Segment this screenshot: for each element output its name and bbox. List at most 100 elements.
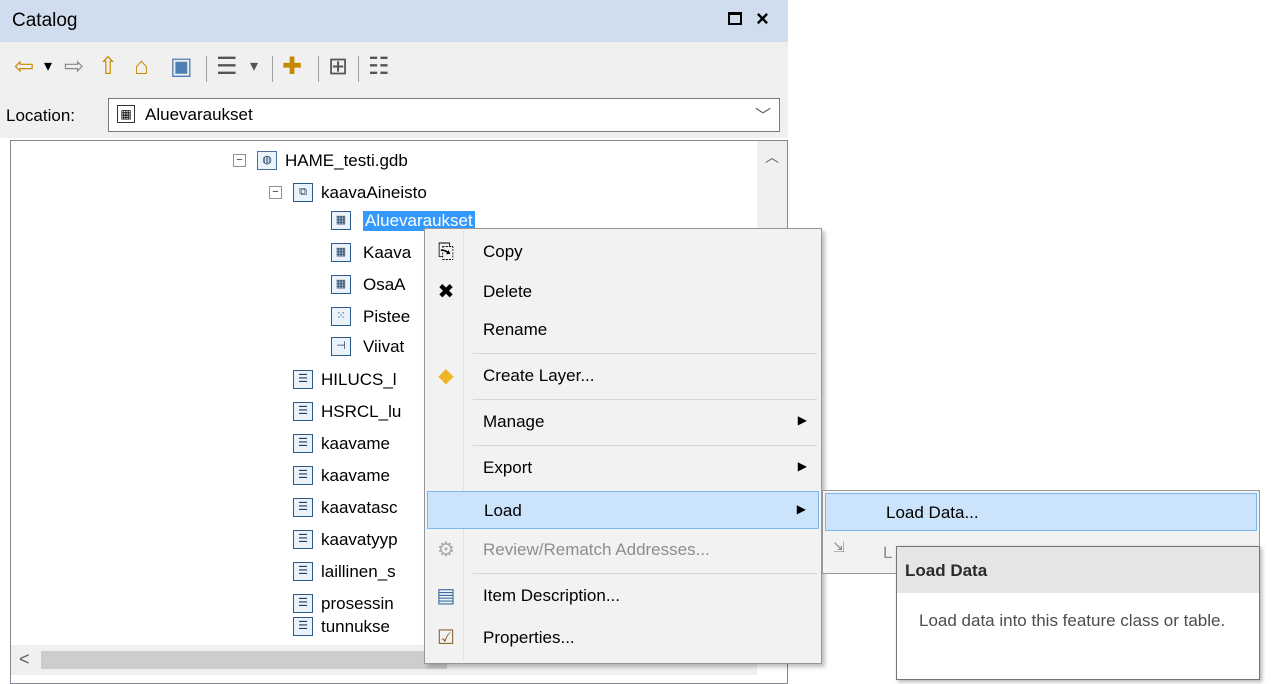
- up-one-level-icon[interactable]: ⇧: [98, 52, 118, 82]
- toolbar: ⇦ ▾ ⇨ ⇧ ⌂ ▣ ☰ ▾ ✚ ⊞ ☷: [0, 42, 788, 94]
- location-combobox[interactable]: ▦ Aluevaraukset ﹀: [108, 98, 780, 132]
- close-icon[interactable]: ×: [756, 6, 769, 32]
- new-item-icon[interactable]: ✚: [282, 52, 302, 82]
- tree-item-label[interactable]: HSRCL_lu: [321, 402, 401, 422]
- tree-item-label[interactable]: Kaava: [363, 243, 411, 263]
- submenu-arrow-icon: ▶: [797, 459, 807, 473]
- tree-item-label[interactable]: laillinen_s: [321, 562, 396, 582]
- menu-item-label: Delete: [483, 282, 533, 301]
- menu-item-load[interactable]: Load ▶: [427, 491, 819, 529]
- submenu-item-label[interactable]: L: [883, 543, 892, 563]
- location-value: Aluevaraukset: [145, 105, 253, 124]
- table-icon: ☰: [293, 498, 313, 517]
- tree-view-icon[interactable]: ⊞: [328, 52, 348, 82]
- tooltip-header: Load Data: [897, 547, 1259, 593]
- review-rematch-icon: ⚙: [437, 539, 455, 561]
- table-icon: ☰: [293, 617, 313, 636]
- submenu-arrow-icon: ▶: [797, 413, 807, 427]
- home-icon[interactable]: ⌂: [134, 52, 149, 82]
- maximize-icon[interactable]: [728, 12, 742, 25]
- menu-item-copy[interactable]: ⎘ Copy: [427, 233, 819, 271]
- back-dropdown-icon[interactable]: ▾: [44, 52, 52, 82]
- tree-item-label[interactable]: Pistee: [363, 307, 410, 327]
- menu-item-delete[interactable]: ✖ Delete: [427, 273, 819, 311]
- polygon-feature-class-icon: ▦: [331, 275, 351, 294]
- submenu-arrow-icon: ▶: [796, 502, 806, 516]
- geodatabase-icon: ◍: [257, 151, 277, 170]
- context-menu: ⎘ Copy ✖ Delete Rename ◆ Create Layer...…: [424, 228, 822, 664]
- tree-item-label[interactable]: kaavatasc: [321, 498, 398, 518]
- title-bar[interactable]: Catalog ×: [0, 0, 788, 42]
- tooltip-title: Load Data: [905, 561, 988, 580]
- tooltip: Load Data Load data into this feature cl…: [896, 546, 1260, 680]
- menu-item-export[interactable]: Export ▶: [427, 449, 819, 487]
- chevron-down-icon[interactable]: ﹀: [755, 102, 771, 126]
- menu-item-item-description[interactable]: ▤ Item Description...: [427, 577, 819, 615]
- collapse-icon[interactable]: −: [233, 154, 246, 167]
- menu-item-properties[interactable]: ☑ Properties...: [427, 619, 819, 657]
- table-icon: ☰: [293, 562, 313, 581]
- polygon-feature-class-icon: ▦: [331, 211, 351, 230]
- menu-item-manage[interactable]: Manage ▶: [427, 403, 819, 441]
- collapse-icon[interactable]: −: [269, 186, 282, 199]
- toolbar-separator: [272, 56, 273, 82]
- submenu-item-label: Load Data...: [886, 503, 979, 522]
- create-layer-icon: ◆: [438, 365, 454, 387]
- submenu-item-load-data[interactable]: Load Data...: [825, 493, 1257, 531]
- location-label: Location:: [6, 106, 75, 125]
- options-icon[interactable]: ☷: [368, 52, 390, 82]
- menu-separator: [473, 445, 817, 446]
- polygon-feature-class-icon: ▦: [331, 243, 351, 262]
- window-title: Catalog: [12, 10, 78, 31]
- point-feature-class-icon: ⁙: [331, 307, 351, 326]
- menu-item-review-rematch[interactable]: ⚙ Review/Rematch Addresses...: [427, 531, 819, 569]
- tree-item-label[interactable]: tunnukse: [321, 617, 390, 637]
- item-description-icon: ▤: [436, 585, 456, 607]
- delete-icon: ✖: [437, 281, 455, 303]
- menu-item-label: Item Description...: [483, 586, 620, 605]
- menu-item-label: Create Layer...: [483, 366, 595, 385]
- view-dropdown-icon[interactable]: ▾: [250, 52, 258, 82]
- table-icon: ☰: [293, 434, 313, 453]
- scroll-up-icon[interactable]: ︿: [765, 147, 779, 167]
- tree-item-label[interactable]: HILUCS_l: [321, 370, 397, 390]
- toolbar-separator: [206, 56, 207, 82]
- tree-item-label[interactable]: prosessin: [321, 594, 394, 614]
- menu-item-label: Manage: [483, 412, 545, 431]
- tree-item-label[interactable]: Viivat: [363, 337, 404, 357]
- menu-item-label: Rename: [483, 320, 548, 339]
- back-icon[interactable]: ⇦: [14, 52, 34, 82]
- location-bar: Location: ▦ Aluevaraukset ﹀: [0, 94, 788, 138]
- forward-icon[interactable]: ⇨: [64, 52, 84, 82]
- menu-separator: [473, 353, 817, 354]
- menu-item-label: Export: [483, 458, 533, 477]
- view-list-icon[interactable]: ☰: [216, 52, 238, 82]
- menu-item-label: Review/Rematch Addresses...: [483, 540, 710, 559]
- tree-item-label[interactable]: kaavatyyp: [321, 530, 398, 550]
- polygon-feature-class-icon: ▦: [117, 105, 135, 123]
- menu-item-create-layer[interactable]: ◆ Create Layer...: [427, 357, 819, 395]
- menu-separator: [473, 399, 817, 400]
- line-feature-class-icon: ⊣: [331, 337, 351, 356]
- feature-dataset-icon: ⧉: [293, 183, 313, 202]
- tree-item-label[interactable]: kaavaAineisto: [321, 183, 427, 203]
- table-icon: ☰: [293, 530, 313, 549]
- tree-item-label[interactable]: kaavame: [321, 466, 390, 486]
- toolbar-separator: [358, 56, 359, 82]
- menu-separator: [473, 573, 817, 574]
- menu-item-rename[interactable]: Rename: [427, 311, 819, 349]
- toolbar-separator: [318, 56, 319, 82]
- horizontal-scroll-thumb[interactable]: [41, 651, 447, 669]
- connect-folder-icon[interactable]: ▣: [170, 52, 193, 82]
- table-icon: ☰: [293, 594, 313, 613]
- properties-icon: ☑: [437, 627, 455, 649]
- tree-item-label[interactable]: HAME_testi.gdb: [285, 151, 408, 171]
- tree-item-label[interactable]: kaavame: [321, 434, 390, 454]
- tree-item-label[interactable]: OsaA: [363, 275, 406, 295]
- load-objects-icon: ⇲: [833, 539, 845, 555]
- table-icon: ☰: [293, 402, 313, 421]
- table-icon: ☰: [293, 466, 313, 485]
- menu-item-label: Copy: [483, 242, 523, 261]
- scroll-left-icon[interactable]: <: [19, 649, 30, 670]
- table-icon: ☰: [293, 370, 313, 389]
